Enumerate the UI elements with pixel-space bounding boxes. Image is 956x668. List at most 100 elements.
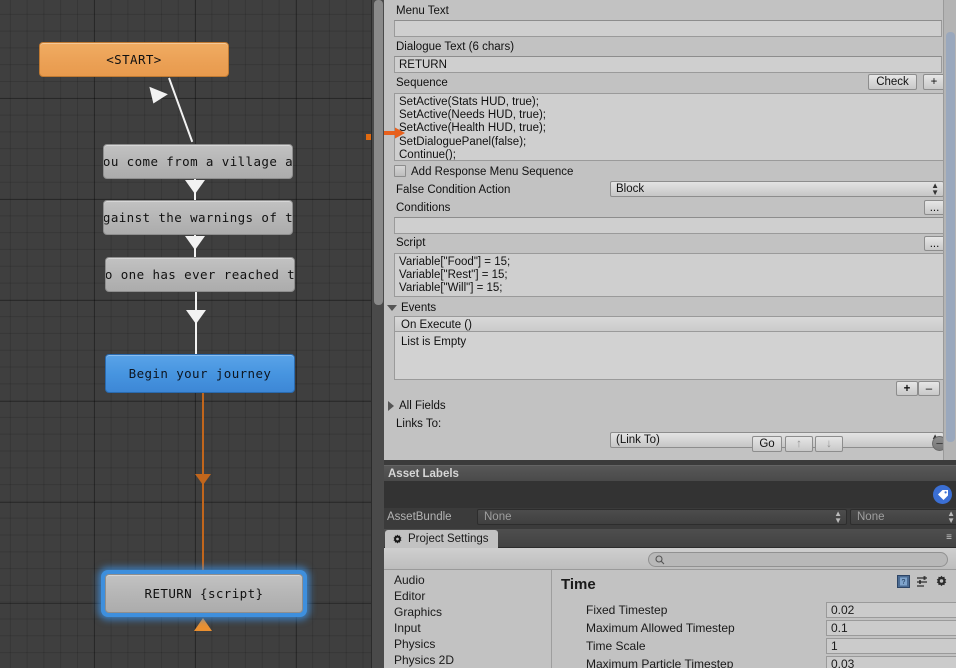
dialogue-node-label: Begin your journey xyxy=(128,366,272,381)
assetbundle-name-value: None xyxy=(484,511,512,523)
assetbundle-variant-dropdown[interactable]: None ▲ ▼ xyxy=(850,509,956,525)
dialogue-node-n1[interactable]: You come from a village at xyxy=(103,144,293,179)
sequence-label: Sequence xyxy=(396,77,448,89)
links-to-label: Links To: xyxy=(396,418,442,430)
svg-text:?: ? xyxy=(902,579,906,586)
sequence-pointer-arrow-icon xyxy=(384,126,406,140)
link-move-down-button[interactable]: ↓ xyxy=(815,436,843,452)
dialogue-node-n5-selection: RETURN {script} xyxy=(101,570,307,617)
settings-category-input[interactable]: Input xyxy=(384,620,551,636)
dialogue-node-start[interactable]: <START> xyxy=(39,42,229,77)
settings-search-input[interactable] xyxy=(648,552,948,567)
assetbundle-row: AssetBundle None ▲ ▼ None ▲ ▼ xyxy=(384,508,956,529)
chevron-updown-icon: ▲▼ xyxy=(834,509,842,525)
dialogue-node-label: You come from a village at xyxy=(103,154,293,169)
search-icon xyxy=(655,554,665,565)
setting-value-input[interactable]: 1 xyxy=(826,638,956,654)
link-move-up-button[interactable]: ↑ xyxy=(785,436,813,452)
tag-icon[interactable] xyxy=(933,485,952,504)
events-label: Events xyxy=(401,302,437,314)
script-textarea[interactable]: Variable["Food"] = 15; Variable["Rest"] … xyxy=(394,253,945,297)
settings-category-physics2d[interactable]: Physics 2D xyxy=(384,652,551,668)
link-go-button[interactable]: Go xyxy=(752,436,782,452)
events-foldout-toggle[interactable]: Events xyxy=(387,302,436,314)
graph-vertical-scrollbar[interactable] xyxy=(371,0,384,668)
setting-label: Fixed Timestep xyxy=(586,603,668,617)
events-remove-button[interactable]: – xyxy=(918,381,940,396)
add-response-menu-sequence-label: Add Response Menu Sequence xyxy=(411,166,574,178)
menu-text-input[interactable] xyxy=(394,20,942,37)
project-settings-window: Project Settings ≡ Audio Editor Graphics… xyxy=(384,529,956,668)
dialogue-node-n4[interactable]: Begin your journey xyxy=(105,354,295,393)
menu-text-label: Menu Text xyxy=(396,5,449,17)
setting-label: Maximum Particle Timestep xyxy=(586,657,734,668)
all-fields-foldout-toggle[interactable]: All Fields xyxy=(388,400,446,412)
tab-options-icon[interactable]: ≡ xyxy=(946,532,952,543)
link-start-to-n1 xyxy=(168,77,194,143)
sequence-textarea[interactable]: SetActive(Stats HUD, true); SetActive(Ne… xyxy=(394,93,945,161)
script-ellipsis-button[interactable]: ... xyxy=(924,236,945,251)
inspector-vertical-scrollbar[interactable] xyxy=(943,0,956,460)
add-response-menu-sequence-checkbox[interactable] xyxy=(394,165,406,180)
setting-value-input[interactable]: 0.02 xyxy=(826,602,956,618)
settings-detail-pane: Time ? Fixed Timestep 0.02 Maximum Allow… xyxy=(553,570,956,668)
assetbundle-name-dropdown[interactable]: None ▲ ▼ xyxy=(477,509,847,525)
link-arrow-start-to-n1 xyxy=(144,86,168,108)
preset-icon[interactable] xyxy=(916,575,929,588)
tab-project-settings[interactable]: Project Settings xyxy=(385,530,498,548)
assetbundle-variant-value: None xyxy=(857,511,885,523)
conditions-input[interactable] xyxy=(394,217,945,234)
help-icon[interactable]: ? xyxy=(897,575,910,588)
dialogue-graph-canvas[interactable]: <START> You come from a village at Again… xyxy=(0,0,384,668)
settings-toolbar-icons: ? xyxy=(897,575,948,588)
chevron-updown-icon: ▲▼ xyxy=(931,181,939,197)
asset-labels-body[interactable] xyxy=(384,481,956,508)
dialogue-node-label: No one has ever reached th xyxy=(105,267,295,282)
all-fields-label: All Fields xyxy=(399,400,446,412)
events-add-button[interactable]: + xyxy=(896,381,918,396)
dialogue-entry-inspector: Menu Text Dialogue Text (6 chars) RETURN… xyxy=(384,0,956,460)
asset-labels-title: Asset Labels xyxy=(384,465,956,481)
tab-project-settings-label: Project Settings xyxy=(408,533,489,545)
chevron-right-icon xyxy=(388,401,394,411)
settings-category-graphics[interactable]: Graphics xyxy=(384,604,551,620)
sequence-add-button[interactable]: + xyxy=(923,74,945,90)
project-settings-toolbar xyxy=(384,548,956,570)
dialogue-node-label: <START> xyxy=(106,52,162,67)
false-condition-action-dropdown[interactable]: Block ▲ ▼ xyxy=(610,181,944,197)
setting-label: Time Scale xyxy=(586,639,646,653)
conditions-ellipsis-button[interactable]: ... xyxy=(924,200,945,215)
dialogue-node-label: RETURN {script} xyxy=(144,586,264,601)
asset-labels-panel: Asset Labels AssetBundle None ▲ ▼ None ▲ ▼ xyxy=(384,460,956,529)
setting-row-fixed-timestep: Fixed Timestep 0.02 xyxy=(586,602,956,620)
graph-scrollbar-thumb[interactable] xyxy=(374,0,383,305)
setting-value-input[interactable]: 0.03 xyxy=(826,656,956,668)
settings-page-title: Time xyxy=(561,576,596,593)
links-to-value: (Link To) xyxy=(616,434,660,446)
dialogue-node-label: Against the warnings of th xyxy=(103,210,293,225)
on-execute-header: On Execute () xyxy=(394,316,945,332)
false-condition-action-value: Block xyxy=(616,183,645,195)
setting-row-max-particle-timestep: Maximum Particle Timestep 0.03 xyxy=(586,656,956,668)
settings-category-physics[interactable]: Physics xyxy=(384,636,551,652)
gear-icon xyxy=(392,534,403,545)
dialogue-text-label: Dialogue Text (6 chars) xyxy=(396,41,515,53)
settings-category-editor[interactable]: Editor xyxy=(384,588,551,604)
on-execute-list[interactable]: List is Empty xyxy=(394,332,945,380)
sequence-check-button[interactable]: Check xyxy=(868,74,917,90)
setting-value-input[interactable]: 0.1 xyxy=(826,620,956,636)
chevron-updown-icon: ▲▼ xyxy=(947,509,955,525)
link-arrow-n2-to-n3 xyxy=(185,236,205,250)
setting-row-time-scale: Time Scale 1 xyxy=(586,638,956,656)
assetbundle-label: AssetBundle xyxy=(387,511,452,523)
dialogue-node-n2[interactable]: Against the warnings of th xyxy=(103,200,293,235)
dialogue-node-n5[interactable]: RETURN {script} xyxy=(105,574,303,613)
gear-icon[interactable] xyxy=(935,575,948,588)
setting-row-max-allowed-timestep: Maximum Allowed Timestep 0.1 xyxy=(586,620,956,638)
settings-category-list[interactable]: Audio Editor Graphics Input Physics Phys… xyxy=(384,570,552,668)
inspector-scrollbar-thumb[interactable] xyxy=(946,32,955,442)
dialogue-node-n3[interactable]: No one has ever reached th xyxy=(105,257,295,292)
dialogue-text-input[interactable]: RETURN xyxy=(394,56,942,73)
settings-category-audio[interactable]: Audio xyxy=(384,572,551,588)
link-arrow-n1-to-n2 xyxy=(185,180,205,194)
